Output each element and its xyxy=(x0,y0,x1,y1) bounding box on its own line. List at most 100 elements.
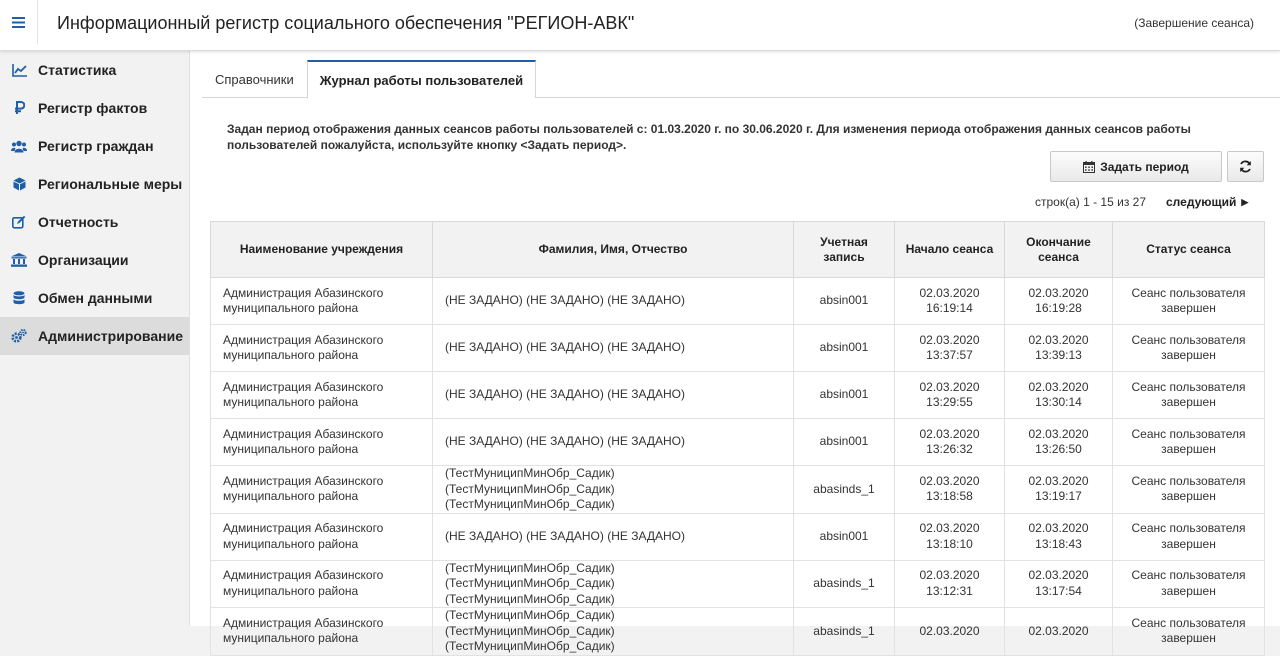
sidebar: Статистика Регистр фактов Регистр гражда… xyxy=(0,51,190,626)
cell-fio: (ТестМуниципМинОбр_Садик) (ТестМуниципМи… xyxy=(432,607,794,656)
database-icon xyxy=(11,290,27,306)
cell-start: 02.03.2020 13:18:58 xyxy=(894,465,1005,514)
sidebar-item-label: Статистика xyxy=(38,62,117,78)
pager-next-link[interactable]: следующий ▶ xyxy=(1166,195,1248,209)
column-header-status[interactable]: Статус сеанса xyxy=(1112,221,1265,278)
tab-references[interactable]: Справочники xyxy=(202,60,307,98)
chart-line-icon xyxy=(11,62,27,78)
cell-fio: (НЕ ЗАДАНО) (НЕ ЗАДАНО) (НЕ ЗАДАНО) xyxy=(432,277,794,325)
cell-end: 02.03.2020 13:30:14 xyxy=(1004,371,1113,419)
sidebar-item-facts-register[interactable]: Регистр фактов xyxy=(0,89,189,127)
cell-status: Сеанс пользователя завершен xyxy=(1112,512,1265,561)
sidebar-item-regional-measures[interactable]: Региональные меры xyxy=(0,165,189,203)
table-row[interactable]: Администрация Абазинского муниципального… xyxy=(210,607,1265,656)
cell-login: abasinds_1 xyxy=(793,607,895,656)
cell-org: Администрация Абазинского муниципального… xyxy=(210,465,433,514)
table-row[interactable]: Администрация Абазинского муниципального… xyxy=(210,559,1265,608)
users-icon xyxy=(11,138,27,154)
gears-icon xyxy=(11,328,27,344)
cell-start: 02.03.2020 13:18:10 xyxy=(894,512,1005,561)
sidebar-item-reporting[interactable]: Отчетность xyxy=(0,203,189,241)
column-header-login[interactable]: Учетная запись xyxy=(793,221,895,278)
refresh-button[interactable] xyxy=(1227,151,1264,182)
refresh-icon xyxy=(1240,160,1251,173)
app-header: Информационный регистр социального обесп… xyxy=(0,0,1280,51)
cell-org: Администрация Абазинского муниципального… xyxy=(210,418,433,466)
hamburger-menu-icon[interactable] xyxy=(0,0,38,44)
sessions-table: Наименование учреждения Фамилия, Имя, От… xyxy=(210,221,1265,656)
cell-fio: (НЕ ЗАДАНО) (НЕ ЗАДАНО) (НЕ ЗАДАНО) xyxy=(432,512,794,561)
institution-icon xyxy=(11,252,27,268)
set-period-label: Задать период xyxy=(1100,159,1189,174)
cell-org: Администрация Абазинского муниципального… xyxy=(210,512,433,561)
sidebar-item-organizations[interactable]: Организации xyxy=(0,241,189,279)
calendar-icon xyxy=(1083,160,1096,173)
cell-start: 02.03.2020 13:26:32 xyxy=(894,418,1005,466)
main-content: Справочники Журнал работы пользователей … xyxy=(190,51,1280,656)
table-row[interactable]: Администрация Абазинского муниципального… xyxy=(210,371,1265,419)
cell-login: absin001 xyxy=(793,277,895,325)
cell-login: abasinds_1 xyxy=(793,465,895,514)
cell-status: Сеанс пользователя завершен xyxy=(1112,465,1265,514)
tab-user-log[interactable]: Журнал работы пользователей xyxy=(306,60,537,98)
sidebar-item-label: Регистр фактов xyxy=(38,100,148,116)
cell-end: 02.03.2020 13:39:13 xyxy=(1004,324,1113,372)
column-header-fio[interactable]: Фамилия, Имя, Отчество xyxy=(432,221,794,278)
cell-status: Сеанс пользователя завершен xyxy=(1112,607,1265,656)
sidebar-item-label: Региональные меры xyxy=(38,176,183,192)
edit-icon xyxy=(11,214,27,230)
pager-info: строк(а) 1 - 15 из 27 xyxy=(1035,195,1146,209)
cell-fio: (ТестМуниципМинОбр_Садик) (ТестМуниципМи… xyxy=(432,559,794,608)
cell-end: 02.03.2020 13:18:43 xyxy=(1004,512,1113,561)
tab-bar: Справочники Журнал работы пользователей xyxy=(202,60,537,98)
cell-end: 02.03.2020 13:19:17 xyxy=(1004,465,1113,514)
cell-login: abasinds_1 xyxy=(793,559,895,608)
cell-status: Сеанс пользователя завершен xyxy=(1112,371,1265,419)
cell-org: Администрация Абазинского муниципального… xyxy=(210,324,433,372)
table-row[interactable]: Администрация Абазинского муниципального… xyxy=(210,512,1265,561)
sidebar-item-label: Отчетность xyxy=(38,214,119,230)
app-title: Информационный регистр социального обесп… xyxy=(57,13,635,33)
cell-org: Администрация Абазинского муниципального… xyxy=(210,559,433,608)
sidebar-item-statistics[interactable]: Статистика xyxy=(0,51,189,89)
sidebar-item-label: Организации xyxy=(38,252,129,268)
sidebar-item-citizens-register[interactable]: Регистр граждан xyxy=(0,127,189,165)
ruble-icon xyxy=(11,100,27,116)
sidebar-item-label: Администрирование xyxy=(38,328,183,344)
caret-right-icon: ▶ xyxy=(1241,196,1249,207)
cell-start: 02.03.2020 xyxy=(894,607,1005,656)
cell-end: 02.03.2020 xyxy=(1004,607,1113,656)
column-header-org[interactable]: Наименование учреждения xyxy=(210,221,433,278)
cell-status: Сеанс пользователя завершен xyxy=(1112,277,1265,325)
sidebar-item-data-exchange[interactable]: Обмен данными xyxy=(0,279,189,317)
cell-start: 02.03.2020 13:29:55 xyxy=(894,371,1005,419)
cell-org: Администрация Абазинского муниципального… xyxy=(210,607,433,656)
cell-fio: (ТестМуниципМинОбр_Садик) (ТестМуниципМи… xyxy=(432,465,794,514)
sidebar-item-label: Обмен данными xyxy=(38,290,153,306)
cell-org: Администрация Абазинского муниципального… xyxy=(210,277,433,325)
cell-fio: (НЕ ЗАДАНО) (НЕ ЗАДАНО) (НЕ ЗАДАНО) xyxy=(432,324,794,372)
cell-fio: (НЕ ЗАДАНО) (НЕ ЗАДАНО) (НЕ ЗАДАНО) xyxy=(432,418,794,466)
set-period-button[interactable]: Задать период xyxy=(1050,151,1222,182)
column-header-end[interactable]: Окончание сеанса xyxy=(1004,221,1113,278)
cell-login: absin001 xyxy=(793,418,895,466)
cell-start: 02.03.2020 13:37:57 xyxy=(894,324,1005,372)
column-header-start[interactable]: Начало сеанса xyxy=(894,221,1005,278)
cell-status: Сеанс пользователя завершен xyxy=(1112,324,1265,372)
cell-org: Администрация Абазинского муниципального… xyxy=(210,371,433,419)
cube-icon xyxy=(11,176,27,192)
period-notice: Задан период отображения данных сеансов … xyxy=(227,122,1191,152)
sidebar-item-label: Регистр граждан xyxy=(38,138,154,154)
cell-login: absin001 xyxy=(793,371,895,419)
table-row[interactable]: Администрация Абазинского муниципального… xyxy=(210,324,1265,372)
cell-end: 02.03.2020 13:17:54 xyxy=(1004,559,1113,608)
logout-link[interactable]: (Завершение сеанса) xyxy=(1134,16,1254,30)
table-row[interactable]: Администрация Абазинского муниципального… xyxy=(210,418,1265,466)
table-row[interactable]: Администрация Абазинского муниципального… xyxy=(210,277,1265,325)
cell-login: absin001 xyxy=(793,512,895,561)
pager-next-label: следующий xyxy=(1166,195,1237,209)
table-header-row: Наименование учреждения Фамилия, Имя, От… xyxy=(210,221,1265,278)
table-row[interactable]: Администрация Абазинского муниципального… xyxy=(210,465,1265,514)
sidebar-item-administration[interactable]: Администрирование xyxy=(0,317,189,355)
cell-login: absin001 xyxy=(793,324,895,372)
